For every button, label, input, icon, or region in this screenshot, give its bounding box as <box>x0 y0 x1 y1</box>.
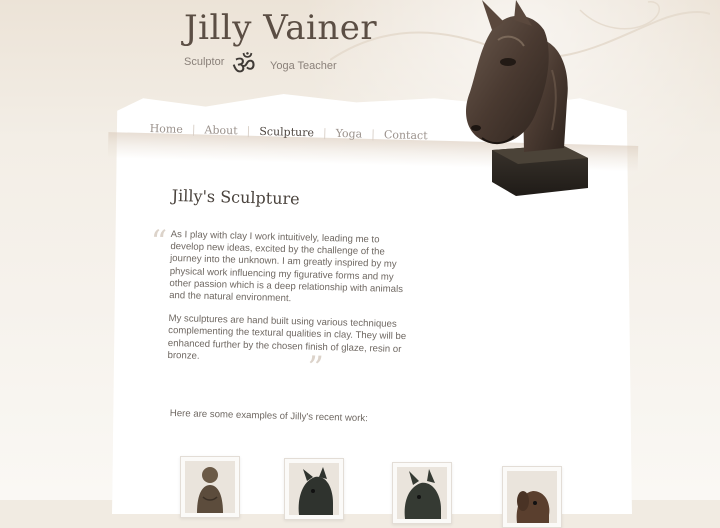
intro-paragraph: As I play with clay I work intuitively, … <box>168 228 404 305</box>
nav-item-sculpture[interactable]: Sculpture <box>259 124 314 138</box>
om-icon: ॐ <box>232 51 256 81</box>
sculpture-article: Jilly's Sculpture “ As I play with clay … <box>150 186 412 387</box>
tagline-sculptor: Sculptor <box>184 56 225 68</box>
tagline-yoga-teacher: Yoga Teacher <box>270 60 337 72</box>
horse-head-sculpture-image <box>289 463 339 515</box>
nav-item-about[interactable]: About <box>204 123 237 137</box>
thumbnail-horse-2[interactable] <box>392 462 452 524</box>
buddha-sculpture-image <box>185 461 235 513</box>
nav-divider: | <box>322 126 327 140</box>
thumbnail-horse-1[interactable] <box>284 458 344 520</box>
close-quote-icon: ” <box>306 348 325 388</box>
thumbnail-gallery <box>176 456 596 528</box>
thumbnail-buddha[interactable] <box>180 456 240 518</box>
nav-item-home[interactable]: Home <box>150 121 183 135</box>
technique-paragraph: My sculptures are hand built using vario… <box>167 313 407 362</box>
nav-item-contact[interactable]: Contact <box>384 128 428 142</box>
site-title: Jilly Vainer <box>184 8 378 48</box>
horse-head-sculpture-image <box>397 467 447 519</box>
thumbnail-dog[interactable] <box>502 466 562 528</box>
horse-head-sculpture-image <box>466 0 588 196</box>
nav-item-yoga[interactable]: Yoga <box>336 126 363 140</box>
open-quote-icon: “ <box>150 222 168 261</box>
nav-divider: | <box>246 124 251 138</box>
nav-divider: | <box>191 122 196 136</box>
dog-head-sculpture-image <box>507 471 557 523</box>
nav-divider: | <box>371 127 376 141</box>
